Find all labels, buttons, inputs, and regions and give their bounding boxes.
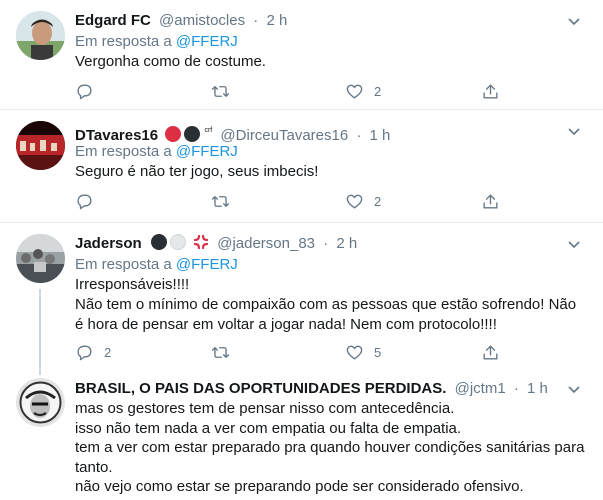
tweet-actions: 2 (75, 191, 505, 211)
share-button[interactable] (481, 81, 500, 101)
reply-button[interactable] (75, 81, 104, 101)
like-count: 2 (374, 193, 382, 209)
avatar[interactable] (16, 121, 65, 170)
separator-dot: · (253, 12, 259, 29)
timestamp[interactable]: 1 h (527, 380, 548, 397)
heart-icon (346, 345, 363, 360)
tweet-text: Irresponsáveis!!!! Não tem o mínimo de c… (75, 275, 585, 335)
like-button[interactable]: 2 (345, 81, 381, 101)
reply-context: Em resposta a @FFERJ (75, 255, 238, 275)
separator-dot: · (323, 235, 329, 252)
tweet-1[interactable]: Edgard FC @amistocles · 2 h Em resposta … (0, 0, 603, 109)
black-circle-badge (150, 234, 167, 250)
timestamp[interactable]: 2 h (266, 12, 287, 29)
retweet-button[interactable] (211, 191, 240, 211)
reply-button[interactable]: 2 (75, 342, 111, 362)
like-count: 5 (374, 344, 382, 360)
handle[interactable]: @jctm1 (455, 380, 506, 397)
reply-prefix: Em resposta a (75, 33, 172, 50)
retweet-button[interactable] (211, 342, 240, 362)
handle[interactable]: @amistocles (159, 12, 245, 29)
tweet-actions: 2 5 (75, 342, 505, 362)
handle[interactable]: @DirceuTavares16 (220, 127, 348, 144)
tweet-text: Vergonha como de costume. (75, 53, 266, 70)
tweet-header: DTavares16 crf @DirceuTavares16 · 1 h (75, 121, 391, 144)
reply-icon (77, 193, 92, 209)
tweet-2[interactable]: DTavares16 crf @DirceuTavares16 · 1 h Em… (0, 110, 603, 219)
red-circle-badge (165, 126, 182, 142)
white-circle-badge (169, 234, 186, 250)
share-icon (483, 344, 498, 360)
like-button[interactable]: 2 (345, 191, 381, 211)
anger-symbol-icon (193, 234, 209, 250)
timestamp[interactable]: 2 h (336, 235, 357, 252)
timestamp[interactable]: 1 h (370, 127, 391, 144)
reply-mention-link[interactable]: @FFERJ (176, 33, 238, 50)
tweet-text-line: mas os gestores tem de pensar nisso com … (75, 400, 455, 417)
tweet-actions: 2 (75, 81, 505, 101)
reply-prefix: Em resposta a (75, 256, 172, 273)
tweet-4[interactable]: BRASIL, O PAIS DAS OPORTUNIDADES PERDIDA… (0, 375, 603, 500)
chevron-down-icon[interactable] (567, 382, 581, 396)
avatar[interactable] (16, 378, 65, 427)
reply-icon (77, 83, 92, 99)
separator-dot: · (356, 127, 362, 144)
thread-connector-line (39, 289, 41, 375)
display-name[interactable]: BRASIL, O PAIS DAS OPORTUNIDADES PERDIDA… (75, 380, 446, 397)
avatar[interactable] (16, 234, 65, 283)
reply-context: Em resposta a @FFERJ (75, 142, 238, 162)
retweet-icon (211, 195, 230, 207)
tweet-3[interactable]: Jaderson @jaderson_83 · 2 h Em resposta … (0, 223, 603, 375)
retweet-icon (211, 346, 230, 358)
retweet-button[interactable] (211, 81, 240, 101)
retweet-icon (211, 85, 230, 97)
tweet-header: Jaderson @jaderson_83 · 2 h (75, 234, 357, 254)
tweet-text-line: tanto. (75, 458, 113, 476)
chevron-down-icon[interactable] (567, 14, 581, 28)
share-icon (483, 83, 498, 99)
reply-count: 2 (104, 344, 112, 360)
tweet-text-line: não vejo como estar se preparando pode s… (75, 478, 524, 495)
heart-icon (346, 84, 363, 99)
heart-icon (346, 194, 363, 209)
display-name[interactable]: Jaderson (75, 235, 142, 252)
share-icon (483, 193, 498, 209)
tweet-text-line: isso não tem nada a ver com empatia ou f… (75, 419, 462, 437)
chevron-down-icon[interactable] (567, 124, 581, 138)
like-count: 2 (374, 83, 382, 99)
tweet-text-line: tem a ver com estar preparado pra quando… (75, 439, 585, 456)
share-button[interactable] (481, 342, 500, 362)
display-name[interactable]: Edgard FC (75, 12, 151, 29)
reply-prefix: Em resposta a (75, 143, 172, 160)
badge-label: crf (204, 127, 213, 134)
tweet-text-line: Não tem o mínimo de compaixão com as pes… (75, 296, 577, 313)
avatar[interactable] (16, 11, 65, 60)
separator-dot: · (513, 380, 519, 397)
reply-button[interactable] (75, 191, 104, 211)
reply-icon (77, 344, 92, 360)
like-button[interactable]: 5 (345, 342, 381, 362)
tweet-header: Edgard FC @amistocles · 2 h (75, 11, 287, 31)
tweet-header: BRASIL, O PAIS DAS OPORTUNIDADES PERDIDA… (75, 379, 548, 399)
chevron-down-icon[interactable] (567, 237, 581, 251)
reply-mention-link[interactable]: @FFERJ (176, 143, 238, 160)
share-button[interactable] (481, 191, 500, 211)
reply-context: Em resposta a @FFERJ (75, 32, 238, 52)
tweet-text: mas os gestores tem de pensar nisso com … (75, 399, 585, 497)
reply-mention-link[interactable]: @FFERJ (176, 256, 238, 273)
tweet-text-line: é hora de pensar em voltar a jogar nada!… (75, 316, 497, 333)
tweet-text: Seguro é não ter jogo, seus imbecis! (75, 163, 319, 180)
black-circle-badge (184, 126, 201, 142)
tweet-text-line: Irresponsáveis!!!! (75, 276, 190, 293)
handle[interactable]: @jaderson_83 (217, 235, 315, 252)
